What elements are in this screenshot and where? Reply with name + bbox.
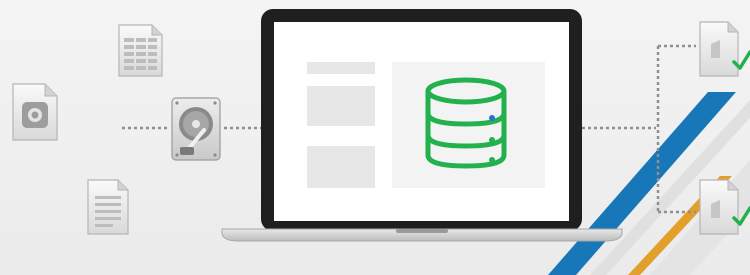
laptop-notch: [396, 229, 448, 233]
backup-illustration: [12, 9, 750, 275]
placeholder-block: [307, 86, 375, 126]
hard-drive-icon: [171, 97, 221, 161]
image-file-icon: [12, 83, 58, 141]
laptop-icon: [221, 9, 623, 242]
text-document-icon: [87, 179, 129, 235]
placeholder-line: [307, 62, 375, 74]
verified-file-icon: [699, 21, 750, 77]
spreadsheet-file-icon: [118, 24, 163, 77]
placeholder-block: [307, 146, 375, 188]
